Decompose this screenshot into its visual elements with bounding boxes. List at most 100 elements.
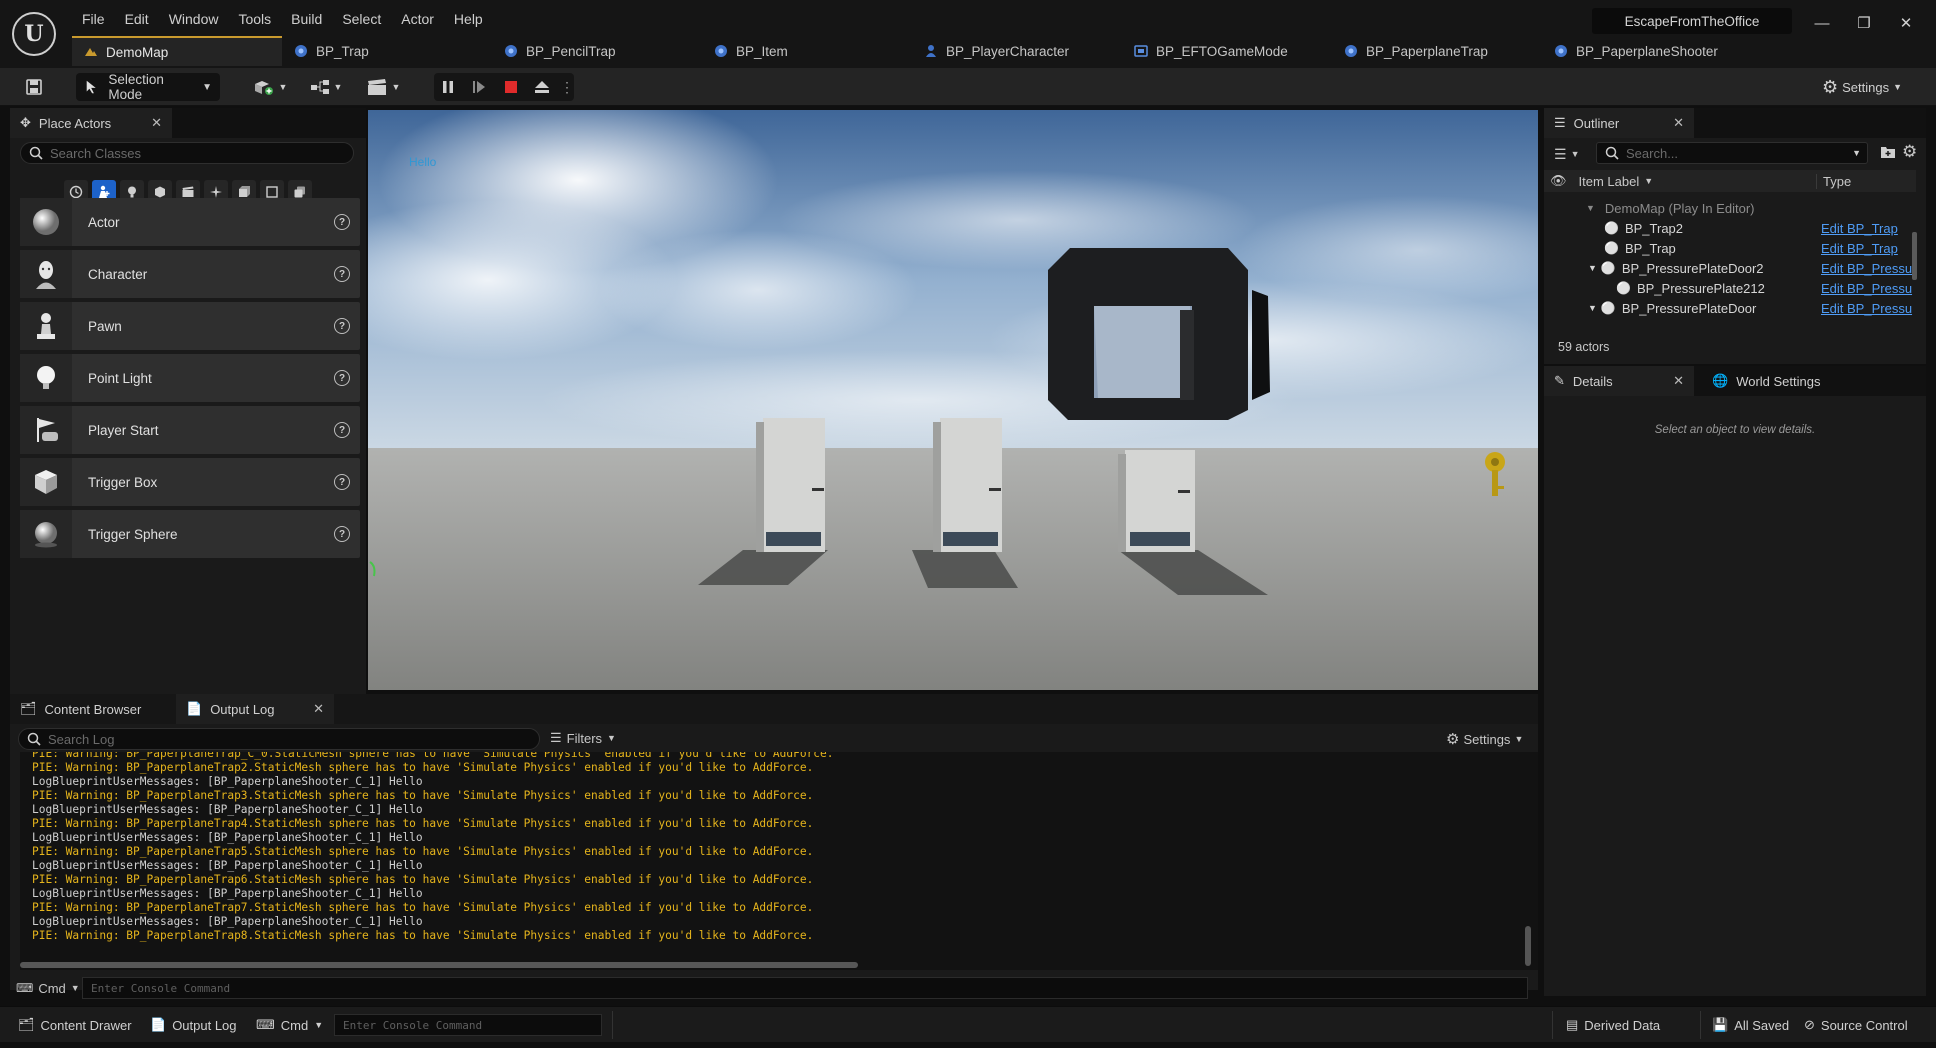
log-line: PIE: Warning: BP_PaperplaneTrap3.StaticM…: [32, 789, 814, 802]
menu-select[interactable]: Select: [332, 8, 391, 30]
cmd-label: Cmd: [280, 1017, 309, 1033]
tab-place-actors[interactable]: ✥ Place Actors ✕: [10, 108, 172, 138]
outliner-filter-button[interactable]: ☰ ▼: [1554, 144, 1579, 164]
settings-button[interactable]: ⚙ Settings ▼: [1814, 73, 1910, 101]
close-icon[interactable]: ✕: [313, 701, 324, 717]
search-icon: [1605, 146, 1619, 160]
source-control-button[interactable]: ⊘ Source Control: [1804, 1015, 1908, 1035]
log-vertical-scrollbar[interactable]: [1525, 926, 1531, 966]
menu-window[interactable]: Window: [159, 8, 229, 30]
outliner-panel: ☰ Outliner ✕ ☰ ▼ Search... ▼ ⚙ 👁 Item La…: [1544, 108, 1926, 364]
actor-item-player-start[interactable]: Player Start ?: [20, 406, 360, 454]
outliner-row[interactable]: ▼ ⚪ BP_PressurePlateDoor Edit BP_Pressu: [1544, 298, 1916, 318]
edit-blueprint-link[interactable]: Edit BP_Trap: [1821, 241, 1898, 256]
help-icon[interactable]: ?: [334, 214, 350, 230]
help-icon[interactable]: ?: [334, 422, 350, 438]
close-icon[interactable]: ✕: [1673, 115, 1684, 131]
unreal-logo-icon[interactable]: U: [12, 12, 56, 56]
doc-tab-bp-paperplaneshooter[interactable]: BP_PaperplaneShooter: [1542, 36, 1772, 66]
actor-item-trigger-sphere[interactable]: Trigger Sphere ?: [20, 510, 360, 558]
actor-item-trigger-box[interactable]: Trigger Box ?: [20, 458, 360, 506]
stop-button[interactable]: [497, 73, 525, 101]
type-column[interactable]: Type: [1816, 173, 1851, 189]
outliner-search-input[interactable]: Search... ▼: [1596, 142, 1868, 164]
doc-tab-demomap[interactable]: DemoMap: [72, 36, 282, 66]
log-settings-dropdown[interactable]: ⚙ Settings ▼: [1446, 730, 1523, 748]
outliner-row[interactable]: ▼ ⚪ BP_PressurePlateDoor2 Edit BP_Pressu: [1544, 258, 1916, 278]
actor-item-actor[interactable]: Actor ?: [20, 198, 360, 246]
gamemode-icon: [1134, 45, 1148, 57]
search-log-input[interactable]: Search Log: [18, 728, 540, 750]
minimize-button[interactable]: —: [1802, 10, 1842, 36]
item-label-column[interactable]: Item Label: [1579, 174, 1640, 189]
content-drawer-button[interactable]: 🗂 Content Drawer: [18, 1015, 132, 1035]
derived-data-button[interactable]: ▤ Derived Data: [1566, 1015, 1660, 1035]
cmd-dropdown[interactable]: ⌨ Cmd ▼: [16, 981, 80, 996]
pause-button[interactable]: [434, 73, 462, 101]
edit-blueprint-link[interactable]: Edit BP_Pressu: [1821, 281, 1912, 296]
add-folder-icon[interactable]: [1880, 144, 1896, 160]
help-icon[interactable]: ?: [334, 526, 350, 542]
gear-icon[interactable]: ⚙: [1902, 142, 1917, 162]
expand-chevron-icon: ▼: [1588, 263, 1597, 273]
edit-blueprint-link[interactable]: Edit BP_Pressu: [1821, 301, 1912, 316]
blueprints-button[interactable]: ▼: [306, 73, 346, 101]
tab-outliner[interactable]: ☰ Outliner ✕: [1544, 108, 1694, 138]
log-horizontal-scrollbar[interactable]: [20, 962, 858, 968]
menu-help[interactable]: Help: [444, 8, 493, 30]
help-icon[interactable]: ?: [334, 370, 350, 386]
menu-build[interactable]: Build: [281, 8, 332, 30]
doc-tab-bp-trap[interactable]: BP_Trap: [282, 36, 492, 66]
close-icon[interactable]: ✕: [151, 115, 162, 131]
search-classes-input[interactable]: Search Classes: [20, 142, 354, 164]
tab-output-log[interactable]: 📄 Output Log ✕: [176, 694, 334, 724]
save-icon[interactable]: [20, 73, 48, 101]
tab-content-browser[interactable]: 🗂 Content Browser: [10, 694, 170, 724]
doc-tab-bp-playercharacter[interactable]: BP_PlayerCharacter: [912, 36, 1122, 66]
close-window-button[interactable]: ✕: [1886, 10, 1926, 36]
output-log-button[interactable]: 📄 Output Log: [150, 1015, 237, 1035]
restore-button[interactable]: ❐: [1844, 10, 1884, 36]
help-icon[interactable]: ?: [334, 266, 350, 282]
tab-label: Place Actors: [38, 115, 112, 131]
add-actor-button[interactable]: ▼: [250, 73, 290, 101]
outliner-row[interactable]: ⚪ BP_Trap Edit BP_Trap: [1544, 238, 1916, 258]
help-icon[interactable]: ?: [334, 474, 350, 490]
all-saved-button[interactable]: 💾 All Saved: [1712, 1015, 1789, 1035]
edit-blueprint-link[interactable]: Edit BP_Trap: [1821, 221, 1898, 236]
status-cmd-dropdown[interactable]: ⌨ Cmd ▼: [256, 1015, 323, 1035]
console-command-input[interactable]: Enter Console Command: [82, 977, 1528, 999]
tab-world-settings[interactable]: 🌐 World Settings: [1702, 366, 1852, 396]
help-icon[interactable]: ?: [334, 318, 350, 334]
actor-item-point-light[interactable]: Point Light ?: [20, 354, 360, 402]
menu-file[interactable]: File: [72, 8, 115, 30]
actor-item-character[interactable]: Character ?: [20, 250, 360, 298]
menu-tools[interactable]: Tools: [228, 8, 281, 30]
output-log-icon: 📄: [150, 1017, 167, 1032]
doc-tab-bp-eftogamemode[interactable]: BP_EFTOGameMode: [1122, 36, 1332, 66]
close-icon[interactable]: ✕: [1673, 373, 1684, 389]
status-console-input[interactable]: Enter Console Command: [334, 1014, 602, 1036]
outliner-scrollbar[interactable]: [1912, 232, 1917, 280]
selection-mode-dropdown[interactable]: Selection Mode ▼: [76, 72, 220, 102]
menu-actor[interactable]: Actor: [391, 8, 444, 30]
doc-tab-bp-penciltrap[interactable]: BP_PencilTrap: [492, 36, 702, 66]
doc-tab-bp-paperplanetrap[interactable]: BP_PaperplaneTrap: [1332, 36, 1542, 66]
outliner-row[interactable]: ⚪ BP_PressurePlate212 Edit BP_Pressu: [1544, 278, 1916, 298]
frame-skip-button[interactable]: [466, 73, 494, 101]
log-output[interactable]: PIE: Warning: BP_PaperplaneTrap_C_0.Stat…: [20, 752, 1538, 970]
doc-tab-bp-item[interactable]: BP_Item: [702, 36, 912, 66]
outliner-world-row[interactable]: ▼ DemoMap (Play In Editor): [1544, 198, 1916, 218]
outliner-row[interactable]: ⚪ BP_Trap2 Edit BP_Trap: [1544, 218, 1916, 238]
eject-button[interactable]: [529, 73, 557, 101]
filters-label: Filters: [566, 730, 603, 746]
cinematics-button[interactable]: ▼: [362, 73, 404, 101]
actor-item-pawn[interactable]: Pawn ?: [20, 302, 360, 350]
edit-blueprint-link[interactable]: Edit BP_Pressu: [1821, 261, 1912, 276]
filters-dropdown[interactable]: ☰ Filters ▼: [550, 730, 616, 746]
menu-edit[interactable]: Edit: [115, 8, 159, 30]
level-viewport[interactable]: Hello: [368, 110, 1538, 690]
play-options-button[interactable]: ⋮: [560, 73, 574, 101]
tab-details[interactable]: ✎ Details ✕: [1544, 366, 1694, 396]
actor-item-label: Player Start: [88, 422, 159, 438]
